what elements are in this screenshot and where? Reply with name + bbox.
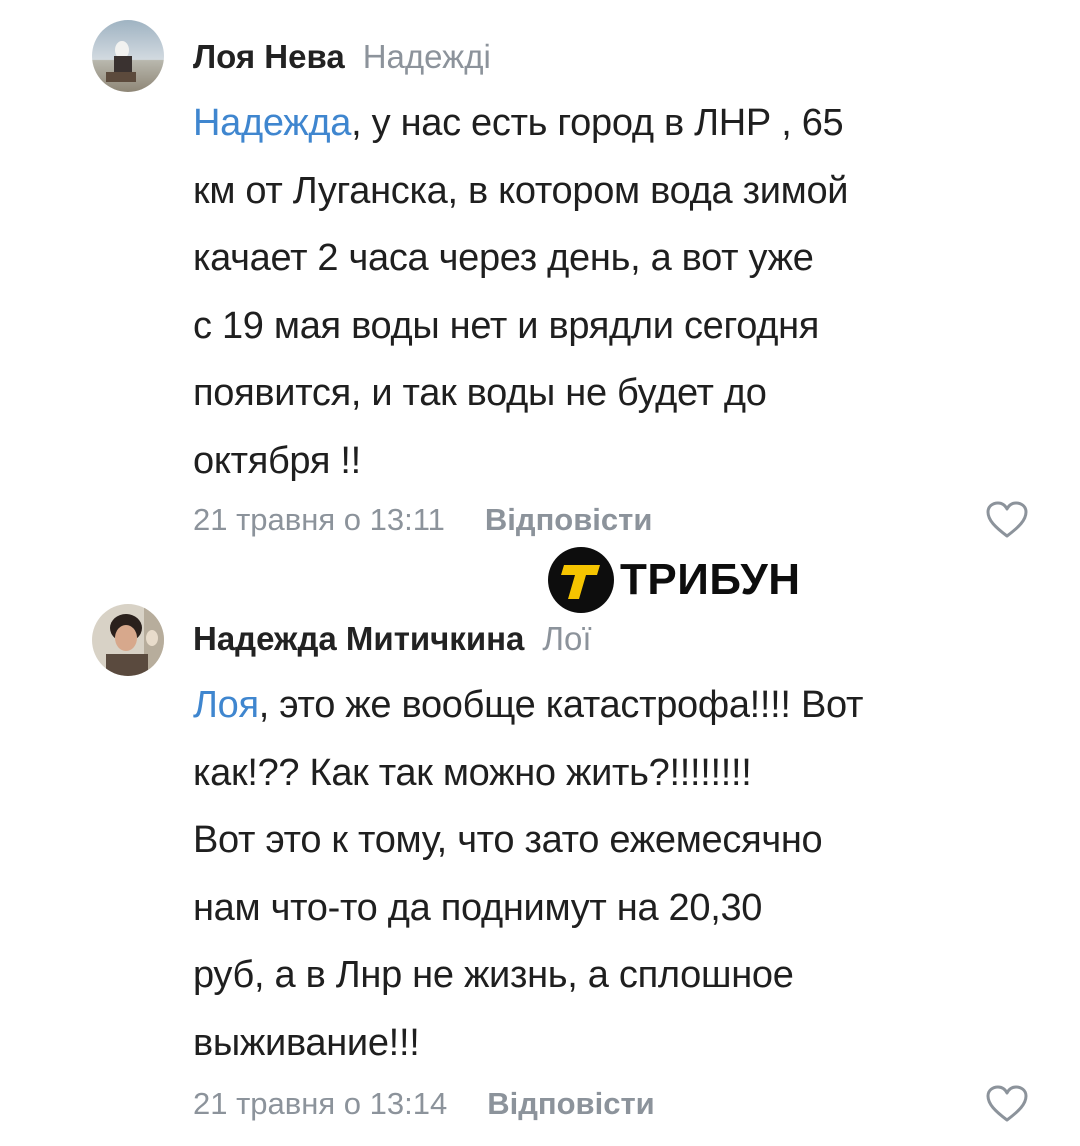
avatar-photo xyxy=(92,604,164,676)
mention-link[interactable]: Надежда xyxy=(193,102,351,144)
avatar[interactable] xyxy=(92,20,164,92)
mention-link[interactable]: Лоя xyxy=(193,684,259,726)
heart-icon[interactable] xyxy=(985,1084,1029,1124)
text-line: руб, а в Лнр не жизнь, а сплошное xyxy=(193,954,794,996)
avatar[interactable] xyxy=(92,604,164,676)
text-line: , это же вообще катастрофа!!!! Вот xyxy=(258,684,864,726)
text-line: с 19 мая воды нет и врядли сегодня xyxy=(193,304,820,347)
heart-icon[interactable] xyxy=(985,500,1029,540)
comment-meta: 21 травня о 13:14 Відповісти xyxy=(193,1086,655,1122)
author-line: Лоя Нева Надежді xyxy=(193,38,491,76)
text-line: как!?? Как так можно жить?!!!!!!!! xyxy=(193,751,752,794)
author-name[interactable]: Надежда Митичкина xyxy=(193,620,524,657)
author-name[interactable]: Лоя Нева xyxy=(193,38,345,75)
comment-text: Лоя, это же вообще катастрофа!!!! Вот ка… xyxy=(193,672,1023,1077)
text-line: , у нас есть город в ЛНР , 65 xyxy=(351,102,844,144)
text-line: Вот это к тому, что зато ежемесячно xyxy=(193,819,823,861)
text-line: появится, и так воды не будет до xyxy=(193,372,767,414)
reply-button[interactable]: Відповісти xyxy=(485,502,653,537)
text-line: км от Луганска, в котором вода зимой xyxy=(193,169,849,212)
text-line: нам что-то да поднимут на 20,30 xyxy=(193,886,763,929)
tribun-watermark: ТРИБУН xyxy=(548,545,801,615)
reply-to-name[interactable]: Надежді xyxy=(363,38,491,75)
text-line: качает 2 часа через день, а вот уже xyxy=(193,237,814,279)
comment-text: Надежда, у нас есть город в ЛНР , 65 км … xyxy=(193,90,1023,495)
comment-meta: 21 травня о 13:11 Відповісти xyxy=(193,502,652,538)
reply-button[interactable]: Відповісти xyxy=(487,1086,655,1121)
tribun-logo-icon xyxy=(548,547,614,613)
avatar-photo xyxy=(92,20,164,92)
reply-to-name[interactable]: Лої xyxy=(542,620,591,657)
timestamp: 21 травня о 13:14 xyxy=(193,1086,448,1121)
author-line: Надежда Митичкина Лої xyxy=(193,620,592,658)
timestamp: 21 травня о 13:11 xyxy=(193,502,445,537)
text-line: выживание!!! xyxy=(193,1021,420,1064)
text-line: октября !! xyxy=(193,439,361,482)
tribun-brand: ТРИБУН xyxy=(620,555,801,604)
